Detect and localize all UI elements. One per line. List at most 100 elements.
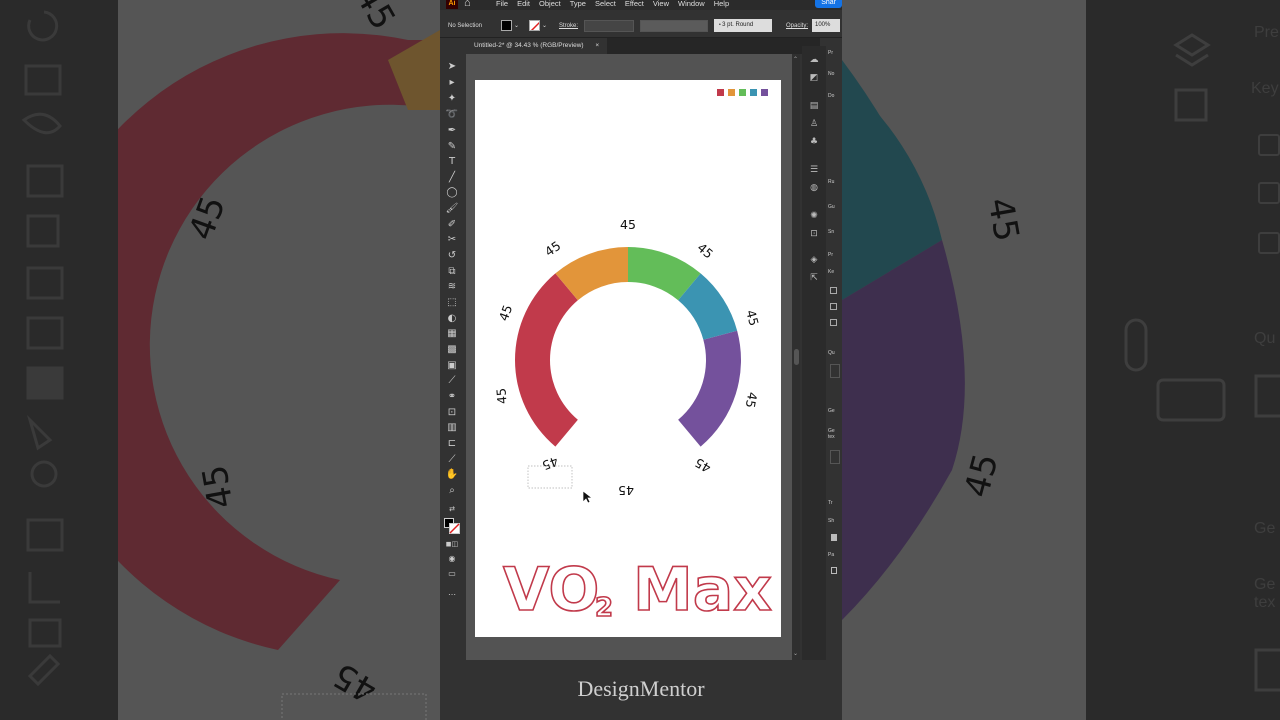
scroll-down-icon[interactable]: ⌄: [793, 650, 798, 657]
palette-swatch-orange[interactable]: [728, 89, 735, 96]
gauge[interactable]: [515, 247, 741, 447]
slice-tool-icon[interactable]: ⟋: [445, 453, 459, 466]
screen-mode-icon[interactable]: ▭: [445, 567, 459, 580]
scale-tool-icon[interactable]: ⧉: [445, 265, 459, 278]
graphic-styles-icon[interactable]: ✺: [807, 210, 821, 222]
checkbox[interactable]: [830, 287, 837, 294]
appearance-icon[interactable]: ◍: [807, 182, 821, 194]
artboard-tool-icon[interactable]: ⊏: [445, 437, 459, 450]
gauge-label[interactable]: 45: [540, 454, 560, 474]
scrollbar-thumb[interactable]: [794, 349, 799, 365]
zoom-tool-icon[interactable]: ⌕: [445, 484, 459, 497]
menu-type[interactable]: Type: [570, 0, 586, 8]
menu-object[interactable]: Object: [539, 0, 561, 8]
swap-colors-icon[interactable]: ⇄: [445, 503, 459, 516]
stroke-weight-field[interactable]: [584, 20, 634, 32]
warp-tool-icon[interactable]: ≋: [445, 280, 459, 293]
color-mode-icon[interactable]: ◼◫: [445, 538, 459, 551]
title-end[interactable]: Max: [632, 554, 773, 626]
symbol-sprayer-icon[interactable]: ⊡: [445, 406, 459, 419]
more-tools-icon[interactable]: ⋯: [445, 588, 459, 601]
palette-swatch-green[interactable]: [739, 89, 746, 96]
menu-edit[interactable]: Edit: [517, 0, 530, 8]
paragraph-icon[interactable]: [831, 567, 837, 574]
type-tool-icon[interactable]: T: [445, 155, 459, 168]
column-graph-icon[interactable]: ▥: [445, 421, 459, 434]
gauge-label[interactable]: 45: [743, 308, 762, 327]
eyedropper-icon[interactable]: ⟋: [445, 374, 459, 387]
scroll-up-icon[interactable]: ⌃: [793, 56, 798, 63]
menu-window[interactable]: Window: [678, 0, 705, 8]
gauge-label[interactable]: 45: [620, 217, 636, 232]
gradient-tool-icon[interactable]: ▣: [445, 359, 459, 372]
line-tool-icon[interactable]: ╱: [445, 171, 459, 184]
rotate-tool-icon[interactable]: ↺: [445, 249, 459, 262]
draw-mode-icon[interactable]: ◉: [445, 552, 459, 565]
stroke-color-box[interactable]: [449, 523, 460, 534]
perspective-grid-icon[interactable]: ▦: [445, 327, 459, 340]
free-transform-icon[interactable]: ⬚: [445, 296, 459, 309]
canvas[interactable]: 45 45 45 45 45 45 45 45 45 45 VO 2 Max: [466, 54, 800, 660]
export-icon[interactable]: ⇱: [807, 272, 821, 284]
palette-swatch-purple[interactable]: [761, 89, 768, 96]
menu-select[interactable]: Select: [595, 0, 616, 8]
magic-wand-icon[interactable]: ✦: [445, 92, 459, 105]
scissors-icon[interactable]: ✂: [445, 233, 459, 246]
mesh-tool-icon[interactable]: ▩: [445, 343, 459, 356]
gauge-segment-purple[interactable]: [678, 330, 741, 447]
hand-tool-icon[interactable]: ✋: [445, 468, 459, 481]
pen-tool-icon[interactable]: ✒: [445, 124, 459, 137]
title-subscript[interactable]: 2: [594, 592, 614, 624]
gauge-label[interactable]: 45: [692, 455, 713, 476]
opacity-label[interactable]: Opacity:: [786, 23, 808, 29]
menu-view[interactable]: View: [653, 0, 669, 8]
checkbox[interactable]: [830, 303, 837, 310]
artboard[interactable]: 45 45 45 45 45 45 45 45 45 45 VO 2 Max: [475, 80, 781, 637]
variable-width-profile[interactable]: [640, 20, 708, 32]
checkbox[interactable]: [830, 319, 837, 326]
menu-file[interactable]: File: [496, 0, 508, 8]
menu-effect[interactable]: Effect: [625, 0, 644, 8]
gauge-segment-red[interactable]: [515, 273, 578, 447]
title-main[interactable]: VO: [502, 554, 600, 626]
curvature-tool-icon[interactable]: ✎: [445, 140, 459, 153]
swatches-icon[interactable]: ▤: [807, 100, 821, 112]
layers-icon[interactable]: ◈: [807, 254, 821, 266]
generate-button[interactable]: [830, 450, 840, 464]
palette-swatch-red[interactable]: [717, 89, 724, 96]
paintbrush-icon[interactable]: 🖌: [445, 202, 459, 215]
stroke-panel-icon[interactable]: ☰: [807, 164, 821, 176]
shadow-icon[interactable]: [831, 534, 837, 541]
title-outline[interactable]: VO 2 Max: [502, 554, 773, 626]
home-icon[interactable]: ⌂: [464, 0, 471, 9]
ellipse-tool-icon[interactable]: ◯: [445, 186, 459, 199]
direct-selection-tool-icon[interactable]: ▸: [445, 76, 459, 89]
symbols-icon[interactable]: ♣: [807, 136, 821, 148]
chevron-down-icon[interactable]: ⌄: [514, 22, 519, 29]
gauge-label[interactable]: 45: [496, 303, 516, 323]
gauge-label[interactable]: 45: [542, 238, 564, 259]
libraries-icon[interactable]: ☁: [807, 54, 821, 66]
gauge-label[interactable]: 45: [694, 240, 716, 262]
share-button[interactable]: Shar: [815, 0, 842, 8]
quick-action-button[interactable]: [830, 364, 840, 378]
transparency-icon[interactable]: ⊡: [807, 228, 821, 240]
shaper-tool-icon[interactable]: ✐: [445, 218, 459, 231]
selection-tool-icon[interactable]: ➤: [445, 60, 459, 73]
menu-help[interactable]: Help: [714, 0, 729, 8]
gauge-label-moving[interactable]: 45: [618, 483, 634, 498]
stroke-label[interactable]: Stroke:: [559, 23, 578, 29]
brush-definition[interactable]: • 3 pt. Round: [714, 19, 772, 32]
gauge-label[interactable]: 45: [743, 391, 761, 409]
color-guide-icon[interactable]: ◩: [807, 72, 821, 84]
gauge-label[interactable]: 45: [493, 387, 509, 404]
blend-tool-icon[interactable]: ⚭: [445, 390, 459, 403]
opacity-field[interactable]: 100%: [812, 19, 840, 32]
vertical-scrollbar[interactable]: ⌃ ⌄: [792, 54, 800, 660]
lasso-icon[interactable]: ➰: [445, 108, 459, 121]
document-tab[interactable]: Untitled-2* @ 34.43 % (RGB/Preview) ×: [466, 38, 608, 54]
fill-swatch[interactable]: [501, 20, 512, 31]
stroke-swatch[interactable]: [529, 20, 540, 31]
close-icon[interactable]: ×: [595, 42, 599, 49]
chevron-down-icon[interactable]: ⌄: [542, 22, 547, 29]
